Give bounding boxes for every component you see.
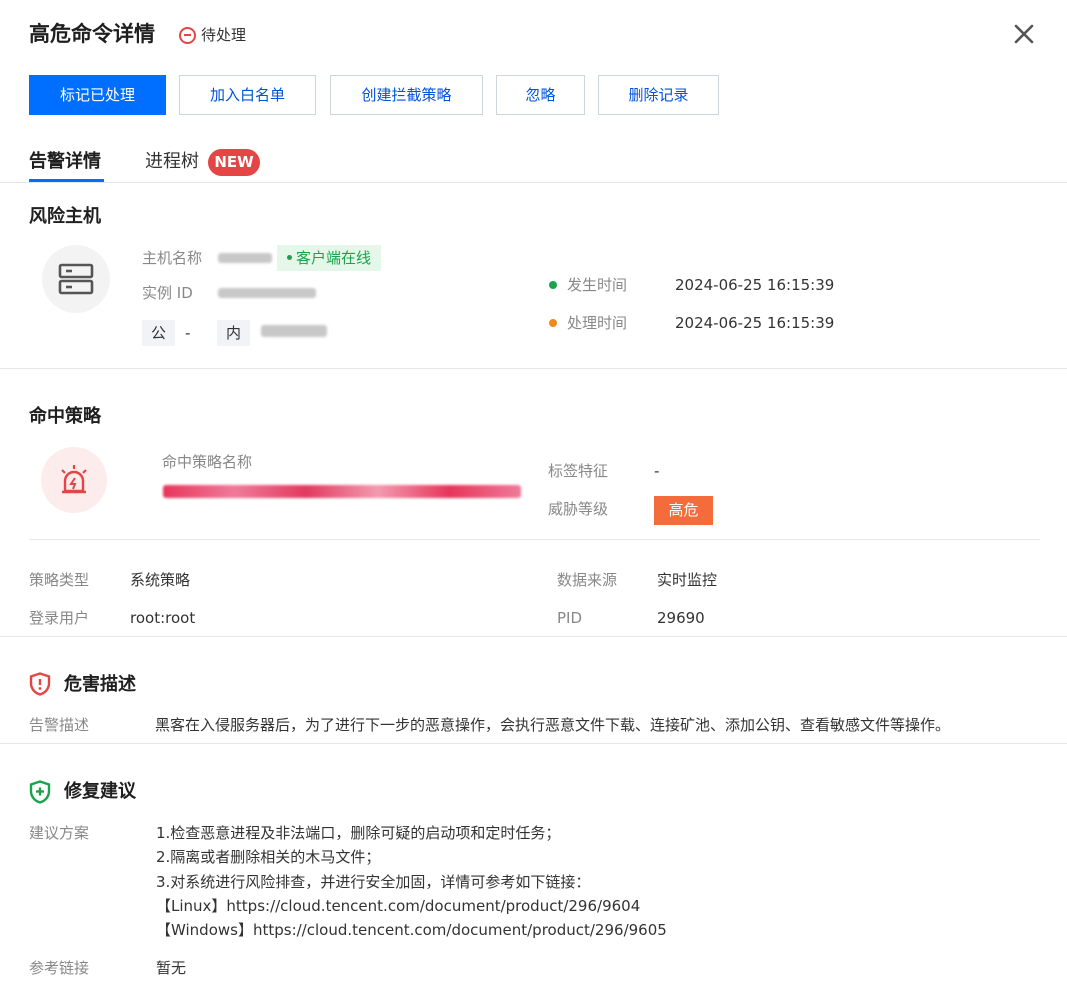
client-online-badge: 客户端在线 (277, 245, 382, 271)
instance-id-label: 实例 ID (142, 284, 193, 302)
fix-title: 修复建议 (64, 781, 136, 802)
policy-name-label: 命中策略名称 (162, 453, 253, 471)
minus-circle-icon (179, 26, 196, 44)
fix-line-3: 3.对系统进行风险排查，并进行安全加固，详情可参考如下链接： (156, 873, 591, 891)
status-badge: 待处理 (179, 24, 246, 46)
alert-desc-value: 黑客在入侵服务器后，为了进行下一步的恶意操作，会执行恶意文件下载、连接矿池、添加… (155, 716, 951, 734)
private-ip-value-redacted (261, 325, 327, 337)
occurred-label: 发生时间 (567, 276, 628, 294)
add-whitelist-button[interactable]: 加入白名单 (179, 75, 316, 115)
occurred-value: 2024-06-25 16:15:39 (675, 276, 835, 294)
fix-line-linux-link[interactable]: 【Linux】https://cloud.tencent.com/documen… (156, 894, 640, 918)
policy-type-value: 系统策略 (130, 571, 191, 589)
data-source-label: 数据来源 (557, 571, 618, 589)
mark-handled-button[interactable]: 标记已处理 (29, 75, 166, 115)
divider (0, 743, 1067, 744)
divider (0, 368, 1067, 369)
new-badge: NEW (208, 149, 260, 176)
occurred-dot (549, 281, 557, 289)
data-source-value: 实时监控 (657, 571, 718, 589)
status-text: 待处理 (201, 26, 247, 44)
threat-level-badge: 高危 (654, 496, 713, 525)
public-ip-chip: 公 (142, 320, 176, 346)
handled-dot (549, 319, 557, 327)
divider (0, 182, 1067, 183)
fix-line-windows-link[interactable]: 【Windows】https://cloud.tencent.com/docum… (156, 918, 667, 942)
handled-value: 2024-06-25 16:15:39 (675, 314, 835, 332)
tab-process-tree[interactable]: 进程树 (145, 148, 199, 176)
instance-id-value-redacted (218, 288, 316, 298)
ignore-button[interactable]: 忽略 (496, 75, 585, 115)
login-user-label: 登录用户 (29, 609, 90, 627)
close-icon[interactable] (1010, 22, 1038, 50)
divider (0, 636, 1067, 637)
ref-link-label: 参考链接 (29, 959, 90, 977)
policy-type-label: 策略类型 (29, 571, 90, 589)
pid-value: 29690 (657, 609, 705, 627)
public-ip-value: - (185, 324, 191, 342)
divider (29, 539, 1040, 540)
client-online-text: 客户端在线 (296, 249, 372, 267)
shield-alert-icon (29, 672, 51, 696)
delete-record-button[interactable]: 删除记录 (598, 75, 719, 115)
hostname-label: 主机名称 (142, 249, 203, 267)
hostname-value-redacted (218, 253, 272, 263)
login-user-value: root:root (130, 609, 196, 627)
fix-line-2: 2.隔离或者删除相关的木马文件； (156, 848, 381, 866)
page-title: 高危命令详情 (29, 22, 155, 46)
risk-host-title: 风险主机 (29, 206, 101, 227)
fix-line-1: 1.检查恶意进程及非法端口，删除可疑的启动项和定时任务； (156, 824, 561, 842)
ref-link-value: 暂无 (156, 959, 187, 977)
tab-alert-detail[interactable]: 告警详情 (29, 148, 101, 176)
hit-policy-title: 命中策略 (29, 406, 101, 427)
policy-name-value-redacted (163, 485, 521, 498)
shield-plus-icon (29, 780, 51, 804)
server-icon (42, 245, 110, 313)
threat-level-label: 威胁等级 (548, 500, 609, 518)
pid-label: PID (557, 609, 583, 627)
tag-label: 标签特征 (548, 462, 609, 480)
handled-label: 处理时间 (567, 314, 628, 332)
tag-value: - (654, 462, 660, 480)
harm-title: 危害描述 (64, 674, 136, 695)
fix-plan-label: 建议方案 (29, 824, 90, 842)
alert-desc-label: 告警描述 (29, 716, 90, 734)
create-block-policy-button[interactable]: 创建拦截策略 (330, 75, 483, 115)
alarm-icon (41, 447, 107, 513)
private-ip-chip: 内 (217, 320, 251, 346)
